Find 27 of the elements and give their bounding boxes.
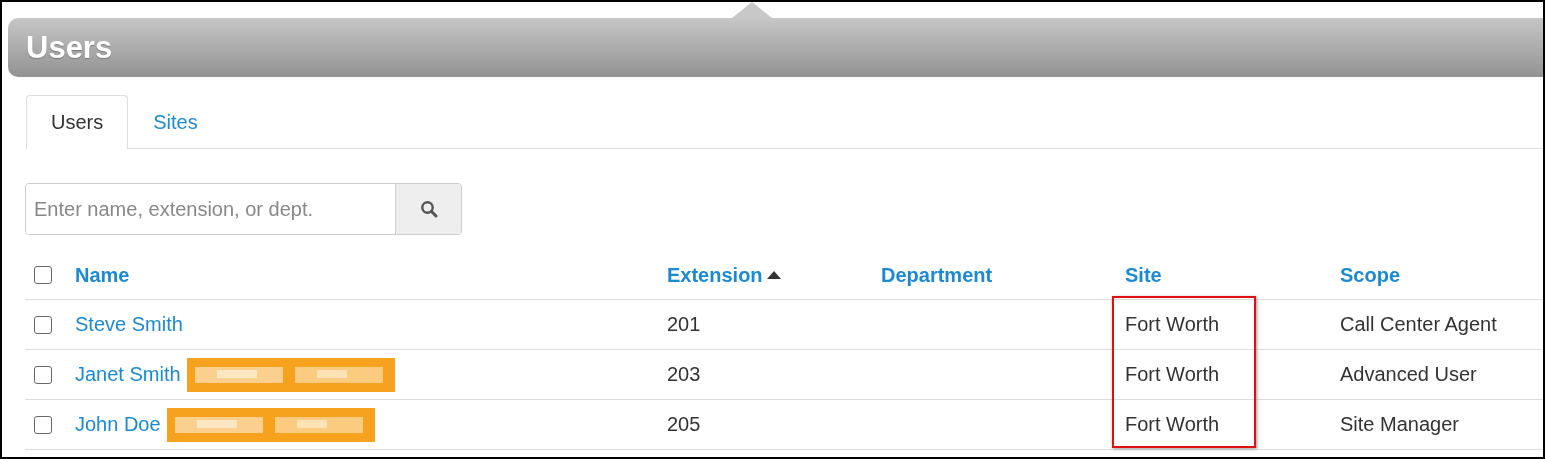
table-cell-text: 201 bbox=[667, 313, 702, 336]
checkbox[interactable] bbox=[34, 315, 52, 334]
table-cell-text: Site Manager bbox=[1340, 413, 1460, 436]
column-header-link[interactable]: Scope bbox=[1340, 263, 1401, 287]
user-name-link[interactable]: Steve Smith bbox=[75, 313, 183, 336]
table-cell-text: Fort Worth bbox=[1125, 413, 1221, 436]
user-name-link[interactable]: John Doe bbox=[75, 413, 161, 436]
column-header-link[interactable]: Site bbox=[1125, 263, 1162, 287]
table-cell-text: 205 bbox=[667, 413, 702, 436]
checkbox[interactable] bbox=[34, 415, 52, 434]
page-title: Users bbox=[26, 29, 113, 66]
column-header-link[interactable]: Name bbox=[75, 263, 130, 287]
search-button[interactable] bbox=[395, 184, 461, 234]
checkbox[interactable] bbox=[34, 266, 52, 284]
table-cell-text: 203 bbox=[667, 363, 702, 386]
table-cell-text: Fort Worth bbox=[1125, 313, 1221, 336]
search-icon bbox=[419, 200, 438, 218]
column-header-link[interactable]: Extension bbox=[667, 263, 763, 287]
checkbox[interactable] bbox=[34, 365, 52, 384]
table-cell-text: Call Center Agent bbox=[1340, 313, 1498, 336]
column-header-link[interactable]: Department bbox=[881, 263, 993, 287]
search-field[interactable]: Enter name, extension, or dept. bbox=[25, 183, 462, 235]
user-name-link[interactable]: Janet Smith bbox=[75, 363, 181, 386]
table-cell-text: Advanced User bbox=[1340, 363, 1478, 386]
table-cell-text: Fort Worth bbox=[1125, 363, 1221, 386]
tab[interactable]: Users bbox=[26, 95, 129, 149]
tab[interactable]: Sites bbox=[128, 95, 223, 149]
